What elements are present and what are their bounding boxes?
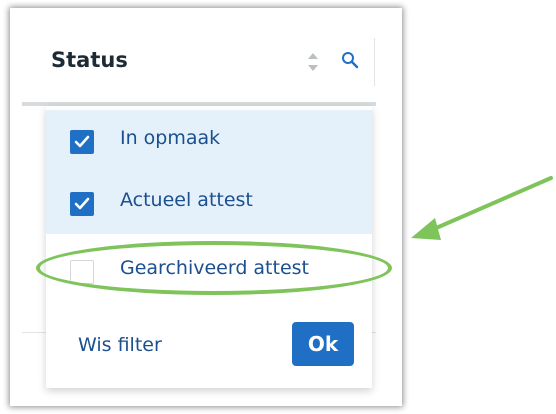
ok-button[interactable]: Ok — [292, 322, 354, 366]
status-filter-dropdown: In opmaak Actueel attest Gearchiveerd at… — [46, 106, 372, 388]
checkbox-unchecked[interactable] — [70, 260, 94, 284]
clear-filter-link[interactable]: Wis filter — [78, 334, 162, 356]
column-header-title: Status — [51, 48, 128, 72]
screenshot-canvas: Status In opmaak Actueel attest Gearchiv… — [0, 0, 556, 414]
filter-option-label: Actueel attest — [120, 189, 253, 211]
filter-option-gearchiveerd-attest[interactable]: Gearchiveerd attest — [46, 238, 372, 298]
filter-footer: Wis filter Ok — [46, 298, 372, 388]
filter-option-actueel-attest[interactable]: Actueel attest — [46, 172, 372, 234]
checkbox-checked[interactable] — [70, 192, 94, 216]
filter-option-label: In opmaak — [120, 127, 221, 149]
search-icon[interactable] — [341, 51, 359, 69]
column-header: Status — [44, 38, 375, 86]
annotation-arrow-icon — [411, 176, 553, 240]
sort-updown-icon[interactable] — [306, 51, 320, 73]
checkbox-checked[interactable] — [70, 130, 94, 154]
filter-option-in-opmaak[interactable]: In opmaak — [46, 110, 372, 172]
filter-option-label: Gearchiveerd attest — [120, 257, 309, 279]
